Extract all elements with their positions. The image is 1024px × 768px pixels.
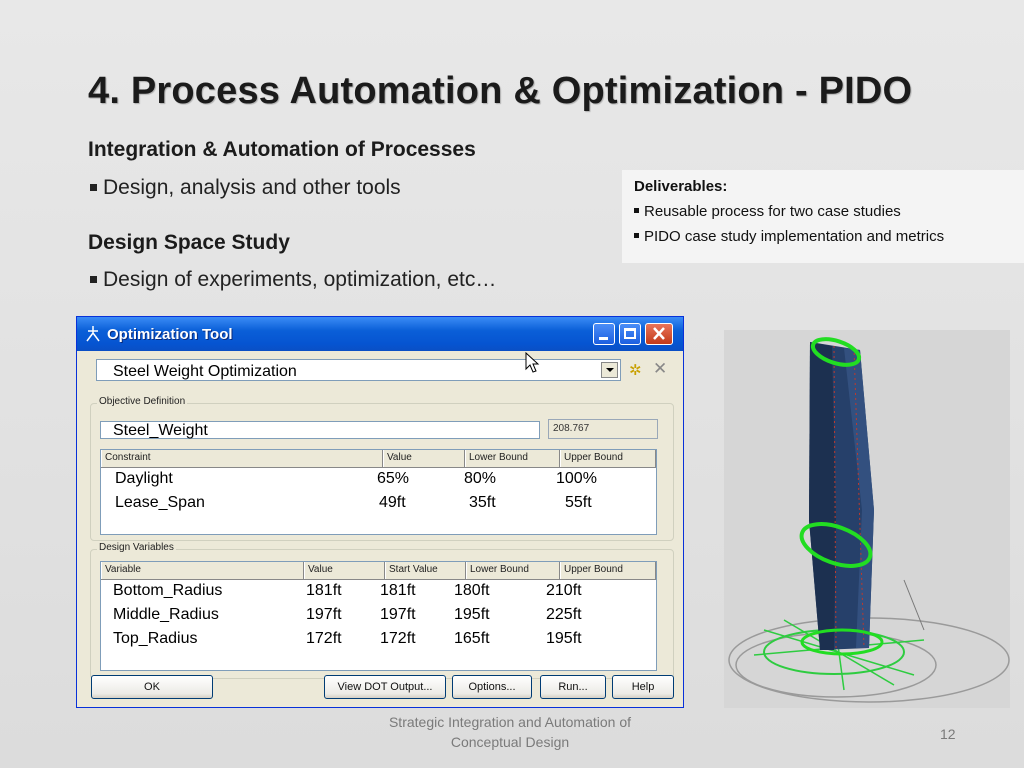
column-header[interactable]: Upper Bound [560,562,656,579]
variable-start: 172ft [380,630,416,647]
objective-value-field: 208.767 [548,419,658,439]
optimization-tool-window: Optimization Tool Steel Weight Optimizat… [76,316,684,708]
help-button[interactable]: Help [612,675,674,699]
constraint-upper: 55ft [565,494,592,511]
bullet-icon [90,184,97,191]
study-select-value: Steel Weight Optimization [113,363,297,380]
bullet-icon [90,276,97,283]
study-select[interactable]: Steel Weight Optimization [96,359,621,381]
view-dot-output-button[interactable]: View DOT Output... [324,675,446,699]
objective-name-field[interactable]: Steel_Weight [100,421,540,439]
run-button[interactable]: Run... [540,675,606,699]
constraint-value: 49ft [379,494,406,511]
constraint-name: Lease_Span [115,494,205,511]
variable-value: 172ft [306,630,342,647]
constraints-header: Constraint Value Lower Bound Upper Bound [101,450,656,468]
window-client-area: Steel Weight Optimization ✲ ✕ Objective … [80,351,680,705]
bullet-icon [634,208,639,213]
options-button[interactable]: Options... [452,675,532,699]
design-variables-group-label: Design Variables [97,542,176,553]
column-header[interactable]: Variable [101,562,304,579]
constraint-value: 65% [377,470,410,487]
variable-lower: 165ft [454,630,490,647]
window-titlebar[interactable]: Optimization Tool [77,317,683,351]
bullet-design-tools: Design, analysis and other tools [88,176,401,200]
column-header[interactable]: Value [383,450,465,467]
maximize-button[interactable] [619,323,641,345]
slide-footer: Strategic Integration and Automation of … [388,714,632,750]
variable-start: 181ft [380,582,416,599]
maximize-icon [624,328,636,339]
deliverables-box: Deliverables: Reusable process for two c… [622,170,1024,263]
deliverable-item: PIDO case study implementation and metri… [634,228,1012,245]
variable-name: Top_Radius [113,630,198,647]
column-header[interactable]: Lower Bound [466,562,560,579]
column-header[interactable]: Constraint [101,450,383,467]
app-icon [86,326,100,342]
close-icon [653,327,665,340]
bullet-doe: Design of experiments, optimization, etc… [88,268,496,292]
variable-name: Bottom_Radius [113,582,223,599]
bullet-text: Design, analysis and other tools [103,176,401,199]
variable-value: 197ft [306,606,342,623]
variable-name: Middle_Radius [113,606,219,623]
variable-lower: 195ft [454,606,490,623]
delete-icon[interactable]: ✕ [653,359,667,379]
window-title: Optimization Tool [107,326,233,343]
deliverable-text: Reusable process for two case studies [644,203,901,220]
variable-lower: 180ft [454,582,490,599]
constraint-upper: 100% [556,470,597,487]
deliverable-item: Reusable process for two case studies [634,203,1012,220]
column-header[interactable]: Value [304,562,385,579]
objective-name-value: Steel_Weight [113,422,208,439]
variable-upper: 225ft [546,606,582,623]
section-heading-design-space: Design Space Study [88,231,290,254]
tower-model-image [724,330,1010,708]
close-button[interactable] [645,323,673,345]
column-header[interactable]: Start Value [385,562,466,579]
deliverables-heading: Deliverables: [634,178,728,195]
section-heading-integration: Integration & Automation of Processes [88,138,476,161]
constraints-table: Constraint Value Lower Bound Upper Bound… [100,449,657,535]
variable-upper: 210ft [546,582,582,599]
page-number: 12 [940,726,956,742]
variable-start: 197ft [380,606,416,623]
objective-group-label: Objective Definition [97,396,188,407]
gear-icon[interactable]: ✲ [629,361,642,379]
minimize-button[interactable] [593,323,615,345]
chevron-down-icon[interactable] [601,362,618,378]
bullet-text: Design of experiments, optimization, etc… [103,268,497,291]
design-variables-header: Variable Value Start Value Lower Bound U… [101,562,656,580]
mouse-cursor-icon [525,352,540,373]
slide-title: 4. Process Automation & Optimization - P… [88,70,913,112]
design-variables-table: Variable Value Start Value Lower Bound U… [100,561,657,671]
column-header[interactable]: Lower Bound [465,450,560,467]
constraint-name: Daylight [115,470,173,487]
constraint-lower: 35ft [469,494,496,511]
variable-upper: 195ft [546,630,582,647]
column-header[interactable]: Upper Bound [560,450,656,467]
deliverable-text: PIDO case study implementation and metri… [644,228,945,245]
constraint-lower: 80% [464,470,497,487]
slide: 4. Process Automation & Optimization - P… [0,0,1024,768]
variable-value: 181ft [306,582,342,599]
bullet-icon [634,233,639,238]
minimize-icon [599,337,608,340]
ok-button[interactable]: OK [91,675,213,699]
